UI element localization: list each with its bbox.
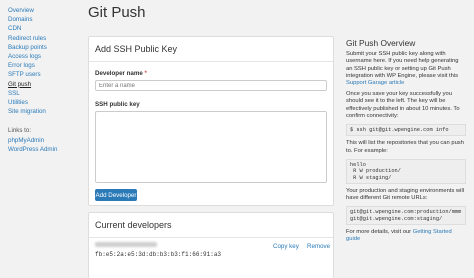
developer-name-input[interactable] xyxy=(95,80,327,91)
add-key-panel: Add SSH Public Key Developer name * SSH … xyxy=(88,36,334,206)
links-label: Links to: xyxy=(8,127,32,135)
ssh-key-label: SSH public key xyxy=(95,101,140,108)
remote-urls: git@git.wpengine.com:production/mmm git@… xyxy=(346,206,466,226)
env-text: Your production and staging environments… xyxy=(346,188,465,202)
required-mark: * xyxy=(144,70,147,77)
list-text: This will list the repositories that you… xyxy=(346,140,464,154)
sidebar-item-overview[interactable]: Overview xyxy=(8,6,88,15)
developer-row: fb:e5:2a:e5:3d:db:b3:b3:f1:66:91:a3 Copy… xyxy=(95,241,330,265)
add-developer-button[interactable]: Add Developer xyxy=(95,189,137,201)
developer-name-redacted xyxy=(95,242,157,247)
sidebar-item-domains[interactable]: Domains xyxy=(8,15,88,24)
sidebar-item-redirect-rules[interactable]: Redirect rules xyxy=(8,34,88,43)
overview-intro: Submit your SSH public key along with us… xyxy=(346,51,466,87)
sidebar-item-git-push[interactable]: Git push xyxy=(8,80,88,89)
sidebar-item-access-logs[interactable]: Access logs xyxy=(8,52,88,61)
overview-column: Git Push Overview Submit your SSH public… xyxy=(346,38,466,248)
overview-title: Git Push Overview xyxy=(346,38,416,48)
link-wordpress-admin[interactable]: WordPress Admin xyxy=(8,145,88,154)
sidebar-item-backup-points[interactable]: Backup points xyxy=(8,43,88,52)
repo-sample: hello R W production/ R W staging/ xyxy=(346,158,466,185)
page-title: Git Push xyxy=(88,4,146,21)
developer-key-fingerprint: fb:e5:2a:e5:3d:db:b3:b3:f1:66:91:a3 xyxy=(95,251,222,258)
sidebar-item-error-logs[interactable]: Error logs xyxy=(8,61,88,70)
developer-name-label-text: Developer name xyxy=(95,70,143,77)
overview-intro-text: Submit your SSH public key along with us… xyxy=(346,51,459,79)
add-key-title: Add SSH Public Key xyxy=(89,37,333,62)
copy-key-link[interactable]: Copy key xyxy=(273,243,299,250)
sidebar-item-ssl[interactable]: SSL xyxy=(8,89,88,98)
support-garage-link[interactable]: Support Garage article xyxy=(346,80,404,86)
sidebar-item-site-migration[interactable]: Site migration xyxy=(8,107,88,116)
sidebar-item-sftp-users[interactable]: SFTP users xyxy=(8,70,88,79)
link-phpmyadmin[interactable]: phpMyAdmin xyxy=(8,136,88,145)
developers-title: Current developers xyxy=(89,213,333,238)
sidebar-item-cdn[interactable]: CDN xyxy=(8,24,88,33)
remove-link[interactable]: Remove xyxy=(307,243,330,250)
developers-panel: Current developers fb:e5:2a:e5:3d:db:b3:… xyxy=(88,212,334,278)
sidebar-item-utilities[interactable]: Utilities xyxy=(8,98,88,107)
ssh-key-textarea[interactable] xyxy=(95,111,327,183)
more-details: For more details, visit our Getting Star… xyxy=(346,229,466,243)
more-details-text: For more details, visit our xyxy=(346,229,412,236)
sidebar-nav: Overview Domains CDN Redirect rules Back… xyxy=(8,6,88,154)
after-save-text: Once you save your key successfully you … xyxy=(346,91,460,119)
ssh-info-command: $ ssh git@git.wpengine.com info xyxy=(346,124,466,137)
developer-name-label: Developer name * xyxy=(95,70,147,77)
